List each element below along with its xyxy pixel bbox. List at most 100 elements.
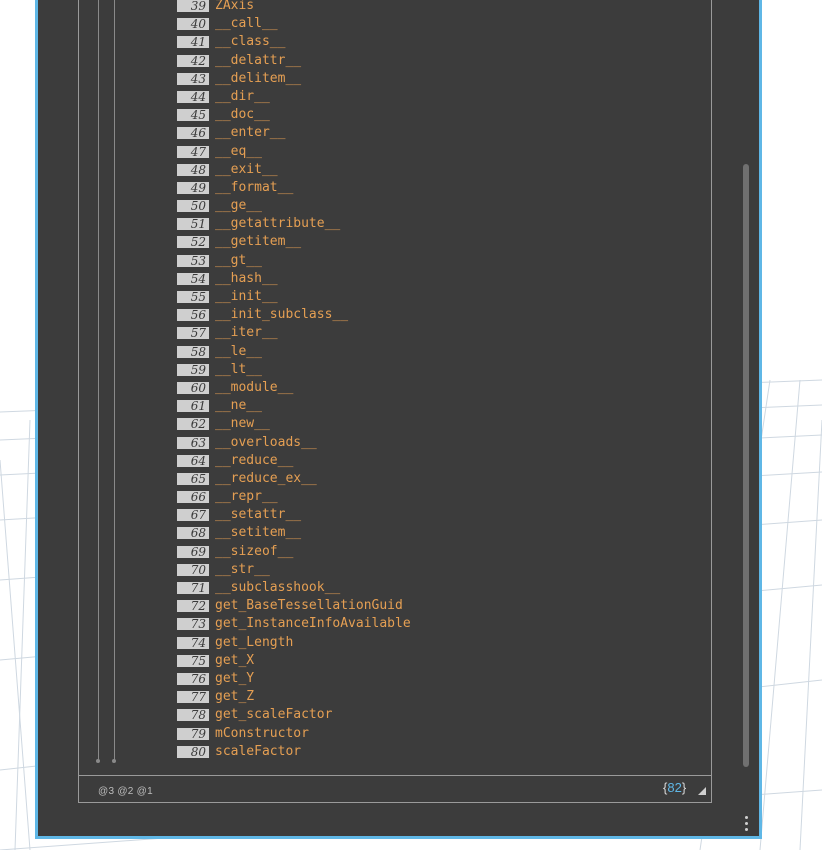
list-item[interactable]: 41 __class__: [177, 33, 717, 51]
item-value: __ne__: [215, 398, 262, 414]
list-item[interactable]: 40 __call__: [177, 15, 717, 33]
resize-corner-icon[interactable]: [698, 787, 706, 795]
list-item[interactable]: 39 ZAxis: [177, 0, 717, 15]
item-value: __setitem__: [215, 525, 302, 541]
item-value: __getattribute__: [215, 216, 341, 232]
list-item[interactable]: 45 __doc__: [177, 106, 717, 124]
item-value: __ge__: [215, 198, 262, 214]
item-index: 43: [177, 72, 209, 85]
list-item[interactable]: 67 __setattr__: [177, 506, 717, 524]
item-index: 77: [177, 691, 209, 704]
list-item[interactable]: 76 get_Y: [177, 670, 717, 688]
item-value: get_Length: [215, 634, 294, 650]
item-value: __str__: [215, 561, 270, 577]
list-item[interactable]: 64 __reduce__: [177, 452, 717, 470]
item-index: 62: [177, 418, 209, 431]
list-item[interactable]: 57 __iter__: [177, 324, 717, 342]
item-index: 40: [177, 18, 209, 31]
list-item[interactable]: 74 get_Length: [177, 634, 717, 652]
item-value: __iter__: [215, 325, 278, 341]
item-value: get_Y: [215, 670, 255, 686]
level-1-label[interactable]: @1: [137, 786, 153, 797]
list-item[interactable]: 80 scaleFactor: [177, 743, 717, 761]
list-item[interactable]: 44 __dir__: [177, 88, 717, 106]
item-value: __init__: [215, 289, 278, 304]
tree-level-line-2: [114, 0, 115, 762]
item-value: __le__: [215, 343, 262, 359]
item-value: __enter__: [215, 125, 286, 141]
list-item[interactable]: 50 __ge__: [177, 197, 717, 215]
item-value: __delattr__: [215, 52, 302, 68]
footer-divider: [78, 775, 712, 776]
list-item[interactable]: 69 __sizeof__: [177, 543, 717, 561]
list-item[interactable]: 48 __exit__: [177, 161, 717, 179]
item-value: __class__: [215, 34, 286, 50]
item-index: 64: [177, 454, 209, 467]
count-close-brace: }: [681, 780, 687, 795]
list-item[interactable]: 77 get_Z: [177, 688, 717, 706]
list-item[interactable]: 72 get_BaseTessellationGuid: [177, 597, 717, 615]
list-item[interactable]: 51 __getattribute__: [177, 215, 717, 233]
list-item[interactable]: 58 __le__: [177, 343, 717, 361]
watch-preview-panel: 39 ZAxis 40 __call__ 41 __class__ 42 __delattr_…: [78, 0, 749, 803]
level-2-label[interactable]: @2: [117, 786, 133, 797]
list-item[interactable]: 43 __delitem__: [177, 70, 717, 88]
list-item[interactable]: 60 __module__: [177, 379, 717, 397]
count-number: 82: [667, 780, 682, 795]
list-item[interactable]: 54 __hash__: [177, 270, 717, 288]
list-item[interactable]: 61 __ne__: [177, 397, 717, 415]
list-levels[interactable]: @3 @2 @1: [98, 786, 156, 797]
list-item[interactable]: 52 __getitem__: [177, 233, 717, 251]
list-item[interactable]: 56 __init_subclass__: [177, 306, 717, 324]
item-value: __doc__: [215, 107, 270, 123]
item-value: __overloads__: [215, 434, 317, 450]
list-item[interactable]: 46 __enter__: [177, 124, 717, 142]
list-item[interactable]: 42 __delattr__: [177, 52, 717, 70]
scrollbar[interactable]: [743, 164, 749, 767]
list-item[interactable]: 66 __repr__: [177, 488, 717, 506]
item-value: __init_subclass__: [215, 307, 349, 323]
item-value: ZAxis: [215, 0, 255, 13]
item-index: 39: [177, 0, 209, 12]
list-item[interactable]: 59 __lt__: [177, 361, 717, 379]
list-item[interactable]: 49 __format__: [177, 179, 717, 197]
item-value: get_BaseTessellationGuid: [215, 598, 403, 614]
item-index: 58: [177, 345, 209, 358]
item-index: 60: [177, 381, 209, 394]
item-value: __module__: [215, 379, 294, 395]
item-index: 61: [177, 400, 209, 413]
list-item[interactable]: 55 __init__: [177, 288, 717, 306]
list-item[interactable]: 79 mConstructor: [177, 725, 717, 743]
item-value: get_scaleFactor: [215, 707, 333, 723]
list-item[interactable]: 47 __eq__: [177, 143, 717, 161]
item-value: __lt__: [215, 361, 262, 377]
list-item[interactable]: 63 __overloads__: [177, 434, 717, 452]
item-index: 57: [177, 327, 209, 340]
level-3-label[interactable]: @3: [98, 786, 114, 797]
list-item[interactable]: 71 __subclasshook__: [177, 579, 717, 597]
item-value: __format__: [215, 179, 294, 195]
list-item[interactable]: 53 __gt__: [177, 252, 717, 270]
item-index: 46: [177, 127, 209, 140]
item-index: 59: [177, 363, 209, 376]
list-item[interactable]: 65 __reduce_ex__: [177, 470, 717, 488]
vertical-ellipsis-icon[interactable]: [745, 816, 749, 834]
list-item[interactable]: 70 __str__: [177, 561, 717, 579]
item-index: 65: [177, 472, 209, 485]
item-index: 41: [177, 36, 209, 49]
item-value: __reduce_ex__: [215, 470, 317, 486]
list-item[interactable]: 68 __setitem__: [177, 524, 717, 542]
item-value: __sizeof__: [215, 543, 294, 559]
list-item[interactable]: 73 get_InstanceInfoAvailable: [177, 615, 717, 633]
item-index: 52: [177, 236, 209, 249]
item-index: 69: [177, 545, 209, 558]
list-item[interactable]: 62 __new__: [177, 415, 717, 433]
item-value: __delitem__: [215, 70, 302, 86]
item-value: __new__: [215, 416, 270, 432]
watch-node[interactable]: 39 ZAxis 40 __call__ 41 __class__ 42 __delattr_…: [35, 0, 762, 839]
list-item[interactable]: 75 get_X: [177, 652, 717, 670]
item-index: 56: [177, 309, 209, 322]
item-index: 66: [177, 491, 209, 504]
item-value: get_InstanceInfoAvailable: [215, 616, 411, 632]
list-item[interactable]: 78 get_scaleFactor: [177, 706, 717, 724]
